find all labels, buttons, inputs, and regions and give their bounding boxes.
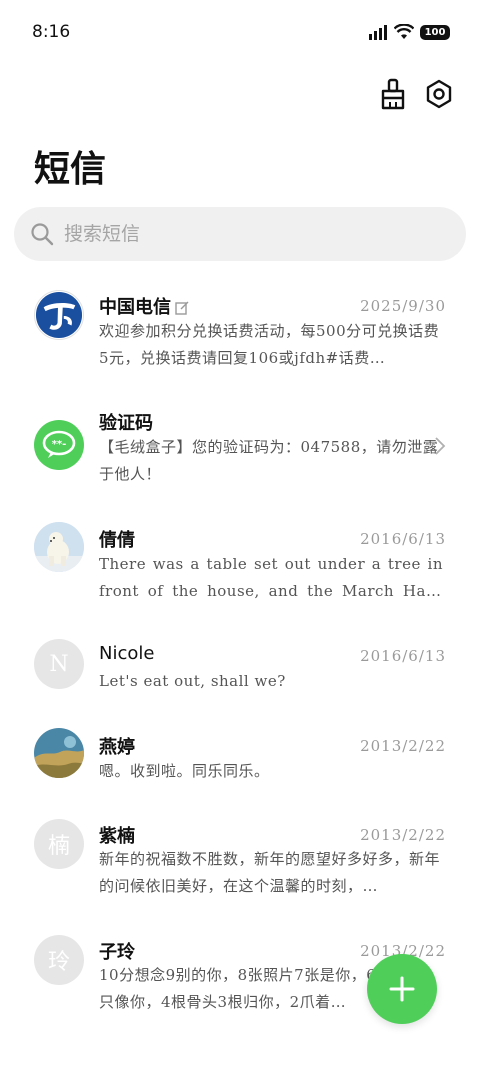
conversation-item[interactable]: 楠 紫楠 2013/2/22 新年的祝福数不胜数，新年的愿望好多好多，新年的问候… [0, 815, 480, 915]
status-icons: 100 [368, 24, 450, 40]
search-icon [31, 223, 54, 246]
conversation-preview: 新年的祝福数不胜数，新年的愿望好多好多，新年的问候依旧美好，在这个温馨的时刻，… [99, 850, 441, 895]
avatar: N [34, 639, 84, 689]
landscape-photo [34, 728, 84, 778]
hexagon-settings-icon [426, 79, 452, 109]
conversation-name: Nicole [99, 643, 155, 664]
top-actions [378, 76, 454, 112]
page-title: 短信 [34, 148, 107, 190]
status-time: 8:16 [32, 22, 71, 42]
conversation-item[interactable]: 中国电信 2025/9/30 欢迎参加积分兑换话费活动，每500分可兑换话费5元… [0, 283, 480, 383]
conversation-date: 2016/6/13 [360, 647, 446, 665]
avatar: 玲 [34, 935, 84, 985]
conversation-date: 2025/9/30 [360, 297, 446, 315]
broom-icon [381, 78, 405, 110]
conversation-date: 2013/2/22 [360, 737, 446, 755]
battery-icon: 100 [420, 24, 450, 40]
conversation-preview: Let's eat out, shall we? [99, 672, 286, 690]
wifi-icon [394, 24, 414, 39]
new-message-button[interactable] [367, 954, 437, 1024]
conversation-name-text: 中国电信 [99, 297, 171, 318]
conversation-name: 中国电信 [99, 293, 189, 319]
conversation-name: 燕婷 [99, 737, 135, 758]
search-bar[interactable] [14, 207, 466, 261]
polar-bear-photo [34, 522, 84, 572]
conversation-name: 倩倩 [99, 530, 135, 551]
conversation-preview: There was a table set out under a tree i… [99, 555, 443, 600]
chevron-right-icon [435, 437, 446, 455]
clean-button[interactable] [378, 76, 408, 112]
status-bar: 8:16 100 [0, 0, 480, 66]
telecom-logo-icon [34, 290, 84, 340]
avatar: 楠 [34, 819, 84, 869]
conversation-preview: 嗯。收到啦。同乐同乐。 [99, 762, 270, 780]
settings-button[interactable] [424, 76, 454, 112]
conversation-item[interactable]: N Nicole 2016/6/13 Let's eat out, shall … [0, 633, 480, 733]
conversation-name: 子玲 [99, 942, 135, 963]
conversation-preview: 【毛绒盒子】您的验证码为：047588，请勿泄露于他人！ [99, 438, 439, 483]
edit-note-icon [175, 301, 189, 315]
conversation-date: 2016/6/13 [360, 530, 446, 548]
message-bubble-icon: **- [34, 420, 84, 470]
conversation-item[interactable]: 倩倩 2016/6/13 There was a table set out u… [0, 516, 480, 616]
conversation-name: 紫楠 [99, 826, 135, 847]
search-input[interactable] [64, 223, 424, 245]
conversation-date: 2013/2/22 [360, 826, 446, 844]
conversation-preview: 欢迎参加积分兑换话费活动，每500分可兑换话费5元，兑换话费请回复106或jfd… [99, 322, 440, 367]
conversation-item[interactable]: 燕婷 2013/2/22 嗯。收到啦。同乐同乐。 [0, 723, 480, 823]
signal-icon [369, 25, 387, 40]
svg-text:**-: **- [52, 439, 67, 450]
conversation-name: 验证码 [99, 413, 153, 434]
plus-icon [389, 976, 415, 1002]
conversation-item[interactable]: **- 验证码 【毛绒盒子】您的验证码为：047588，请勿泄露于他人！ [0, 399, 480, 499]
